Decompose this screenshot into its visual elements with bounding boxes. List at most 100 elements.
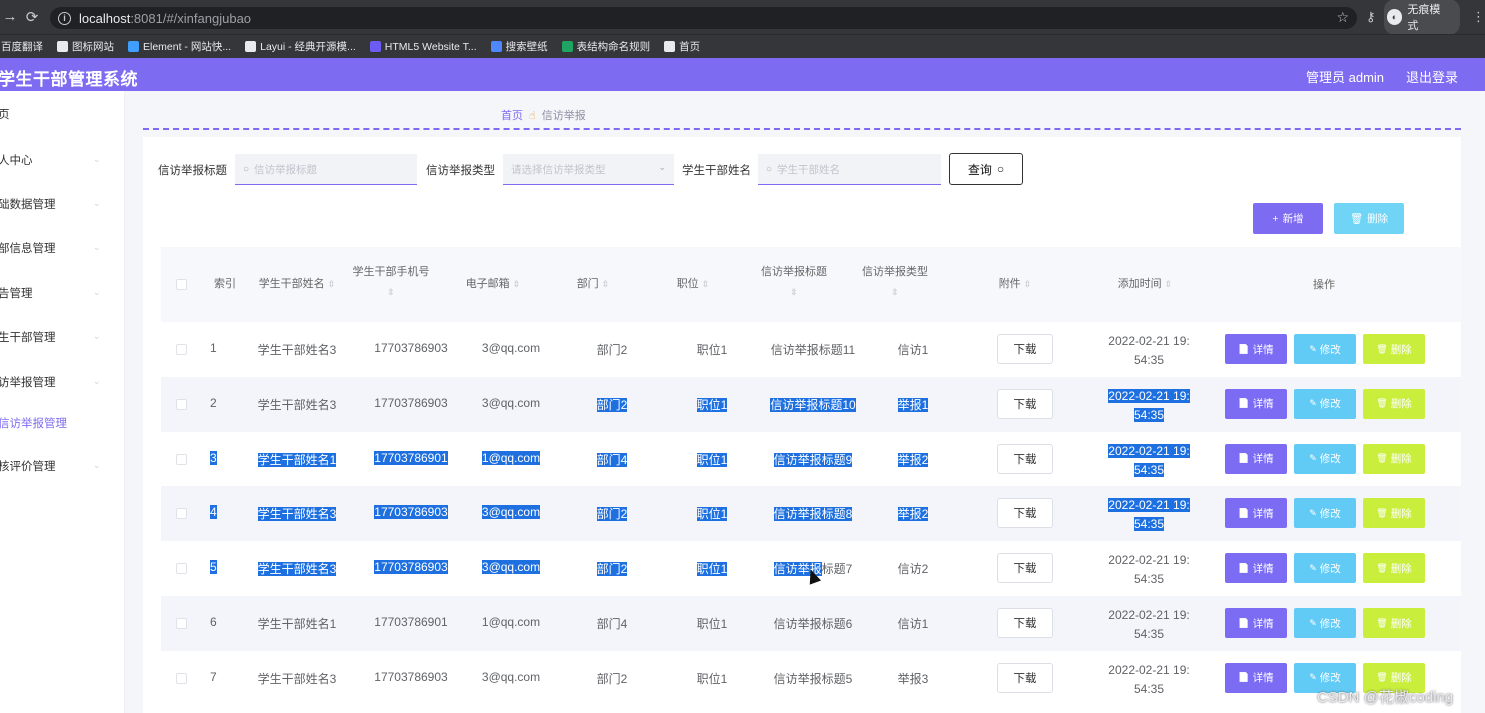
query-button[interactable]: 查询 ○ [949, 153, 1023, 185]
table-row[interactable]: 4 学生干部姓名3 17703786903 3@qq.com 部门2 职位1 信访举报标题8… [161, 486, 1461, 542]
bookmark-item[interactable]: 图标网站 [57, 39, 114, 54]
header-time[interactable]: 添加时间 ⇳ [1095, 274, 1195, 294]
cell-time-clock: 54:35 [1133, 407, 1165, 422]
detail-button[interactable]: 📄 详情 [1225, 608, 1287, 638]
batch-delete-button[interactable]: 🗑 删除 [1334, 203, 1404, 234]
row-checkbox[interactable] [176, 398, 187, 410]
detail-button[interactable]: 📄 详情 [1225, 388, 1287, 419]
menu-kebab-icon[interactable]: ⋮ [1472, 9, 1485, 25]
row-checkbox[interactable] [176, 563, 187, 575]
pencil-icon: ✎ [1309, 343, 1317, 354]
incognito-badge[interactable]: ◐ 无痕模式 [1383, 0, 1460, 35]
row-checkbox[interactable] [176, 618, 187, 629]
table-row[interactable]: 1 学生干部姓名3 17703786903 3@qq.com 部门2 职位1 信访举报标题1… [161, 322, 1461, 377]
detail-button[interactable]: 📄 详情 [1225, 443, 1287, 474]
cell-index: 7 [210, 670, 250, 684]
header-type[interactable]: 信访举报类型 ⇳ [845, 262, 945, 302]
table-row[interactable]: 6 学生干部姓名1 17703786901 1@qq.com 部门4 职位1 信访举报标题6… [161, 596, 1461, 651]
delete-button[interactable]: 🗑 删除 [1363, 443, 1425, 474]
cell-time-date: 2022-02-21 19: [1108, 498, 1190, 513]
sidebar-item[interactable]: 信访举报管理 [0, 415, 67, 431]
watermark: CSDN @花椒coding [1317, 689, 1454, 706]
edit-button[interactable]: ✎ 修改 [1294, 388, 1356, 419]
delete-button[interactable]: 🗑 删除 [1363, 553, 1425, 584]
bookmark-item[interactable]: Layui - 经典开源模... [245, 39, 356, 54]
cell-type-text: 举报1 [897, 397, 929, 412]
download-button[interactable]: 下载 [997, 662, 1053, 693]
cell-email: 3@qq.com [461, 505, 561, 520]
download-button[interactable]: 下载 [997, 443, 1053, 474]
cell-position: 职位1 [662, 341, 762, 358]
edit-button[interactable]: ✎ 修改 [1294, 553, 1356, 584]
edit-button[interactable]: ✎ 修改 [1294, 608, 1356, 638]
bookmark-item[interactable]: 表结构命名规则 [561, 39, 651, 54]
bookmark-item[interactable]: 搜索壁纸 [490, 39, 548, 54]
cell-phone-text: 17703786901 [374, 615, 448, 629]
table-row[interactable]: 7 学生干部姓名3 17703786903 3@qq.com 部门2 职位1 信访举报标题5… [161, 650, 1461, 706]
detail-button[interactable]: 📄 详情 [1225, 498, 1287, 529]
screen: { "browser": { "url_host": "localhost", … [0, 0, 1485, 713]
bookmark-item[interactable]: Element - 网站快... [128, 39, 231, 54]
delete-button[interactable]: 🗑 删除 [1363, 388, 1425, 419]
add-button[interactable]: + 新增 [1253, 203, 1323, 234]
download-button[interactable]: 下载 [997, 334, 1053, 364]
header-dept[interactable]: 部门 ⇳ [543, 274, 643, 294]
table-row[interactable]: 3 学生干部姓名1 17703786901 1@qq.com 部门4 职位1 信访举报标题9… [161, 431, 1461, 487]
delete-button[interactable]: 🗑 删除 [1363, 334, 1425, 364]
sidebar-item[interactable]: 告管理 ⌄ [0, 285, 101, 301]
download-button[interactable]: 下载 [997, 388, 1053, 419]
reload-icon[interactable]: ⟳ [20, 8, 44, 26]
cell-phone: 17703786901 [361, 450, 461, 465]
bookmark-item[interactable]: 首页 [664, 39, 700, 54]
title-search-input[interactable]: ○ 信访举报标题 [235, 154, 417, 185]
cell-index-text: 5 [210, 560, 217, 575]
detail-button[interactable]: 📄 详情 [1225, 334, 1287, 364]
header-attachment[interactable]: 附件 ⇳ [965, 274, 1065, 294]
row-checkbox[interactable] [176, 672, 187, 684]
type-select[interactable]: 请选择信访举报类型 ⌄ [503, 154, 674, 185]
download-button[interactable]: 下载 [997, 498, 1053, 529]
header-position[interactable]: 职位 ⇳ [643, 274, 743, 294]
download-button[interactable]: 下载 [997, 553, 1053, 584]
sidebar-item[interactable]: 生干部管理 ⌄ [0, 329, 101, 345]
sidebar-item[interactable]: 础数据管理 ⌄ [0, 196, 101, 212]
bookmark-label: 首页 [679, 41, 701, 53]
row-checkbox[interactable] [176, 508, 187, 520]
delete-button[interactable]: 🗑 删除 [1363, 608, 1425, 638]
cell-email: 1@qq.com [461, 450, 561, 465]
bookmark-item[interactable]: 百度翻译 [0, 39, 43, 54]
header-email[interactable]: 电子邮箱 ⇳ [443, 274, 543, 294]
table-row[interactable]: 2 学生干部姓名3 17703786903 3@qq.com 部门2 职位1 信访举报标题1… [161, 376, 1461, 432]
select-all-checkbox[interactable] [176, 279, 187, 290]
key-icon[interactable]: ⚷ [1366, 9, 1376, 25]
edit-button[interactable]: ✎ 修改 [1294, 334, 1356, 364]
sidebar-item[interactable]: 访举报管理 ⌄ [0, 374, 101, 390]
name-search-input[interactable]: ○ 学生干部姓名 [758, 154, 941, 185]
bookmark-label: 表结构命名规则 [576, 41, 651, 53]
sidebar-item[interactable]: 部信息管理 ⌄ [0, 240, 101, 256]
bookmark-item[interactable]: HTML5 Website T... [369, 41, 477, 53]
detail-button[interactable]: 📄 详情 [1225, 662, 1287, 693]
edit-button[interactable]: ✎ 修改 [1294, 443, 1356, 474]
header-title[interactable]: 信访举报标题 ⇳ [744, 262, 844, 302]
sidebar-item[interactable]: 人中心 ⌄ [0, 152, 101, 168]
forward-arrow-icon[interactable]: → [0, 8, 22, 25]
detail-button[interactable]: 📄 详情 [1225, 553, 1287, 584]
address-bar[interactable]: i localhost:8081/#/xinfangjubao ☆ [50, 7, 1357, 29]
delete-button[interactable]: 🗑 删除 [1363, 498, 1425, 529]
row-checkbox[interactable] [176, 344, 187, 355]
edit-button[interactable]: ✎ 修改 [1294, 498, 1356, 529]
sidebar-item[interactable]: 核评价管理 ⌄ [0, 458, 101, 474]
site-info-icon[interactable]: i [58, 11, 71, 25]
bookmark-star-icon[interactable]: ☆ [1336, 9, 1349, 26]
logout-link[interactable]: 退出登录 [1406, 67, 1458, 86]
sidebar-item[interactable]: 页 [0, 106, 10, 122]
header-phone[interactable]: 学生干部手机号 ⇳ [341, 262, 441, 302]
row-checkbox[interactable] [176, 453, 187, 465]
download-button[interactable]: 下载 [997, 608, 1053, 638]
cell-position-text: 职位1 [696, 343, 728, 357]
header-name[interactable]: 学生干部姓名 ⇳ [247, 274, 347, 294]
cell-phone-text: 17703786903 [374, 560, 448, 575]
sidebar-item-label: 础数据管理 [0, 199, 56, 211]
breadcrumb-home[interactable]: 首页 [501, 107, 523, 123]
